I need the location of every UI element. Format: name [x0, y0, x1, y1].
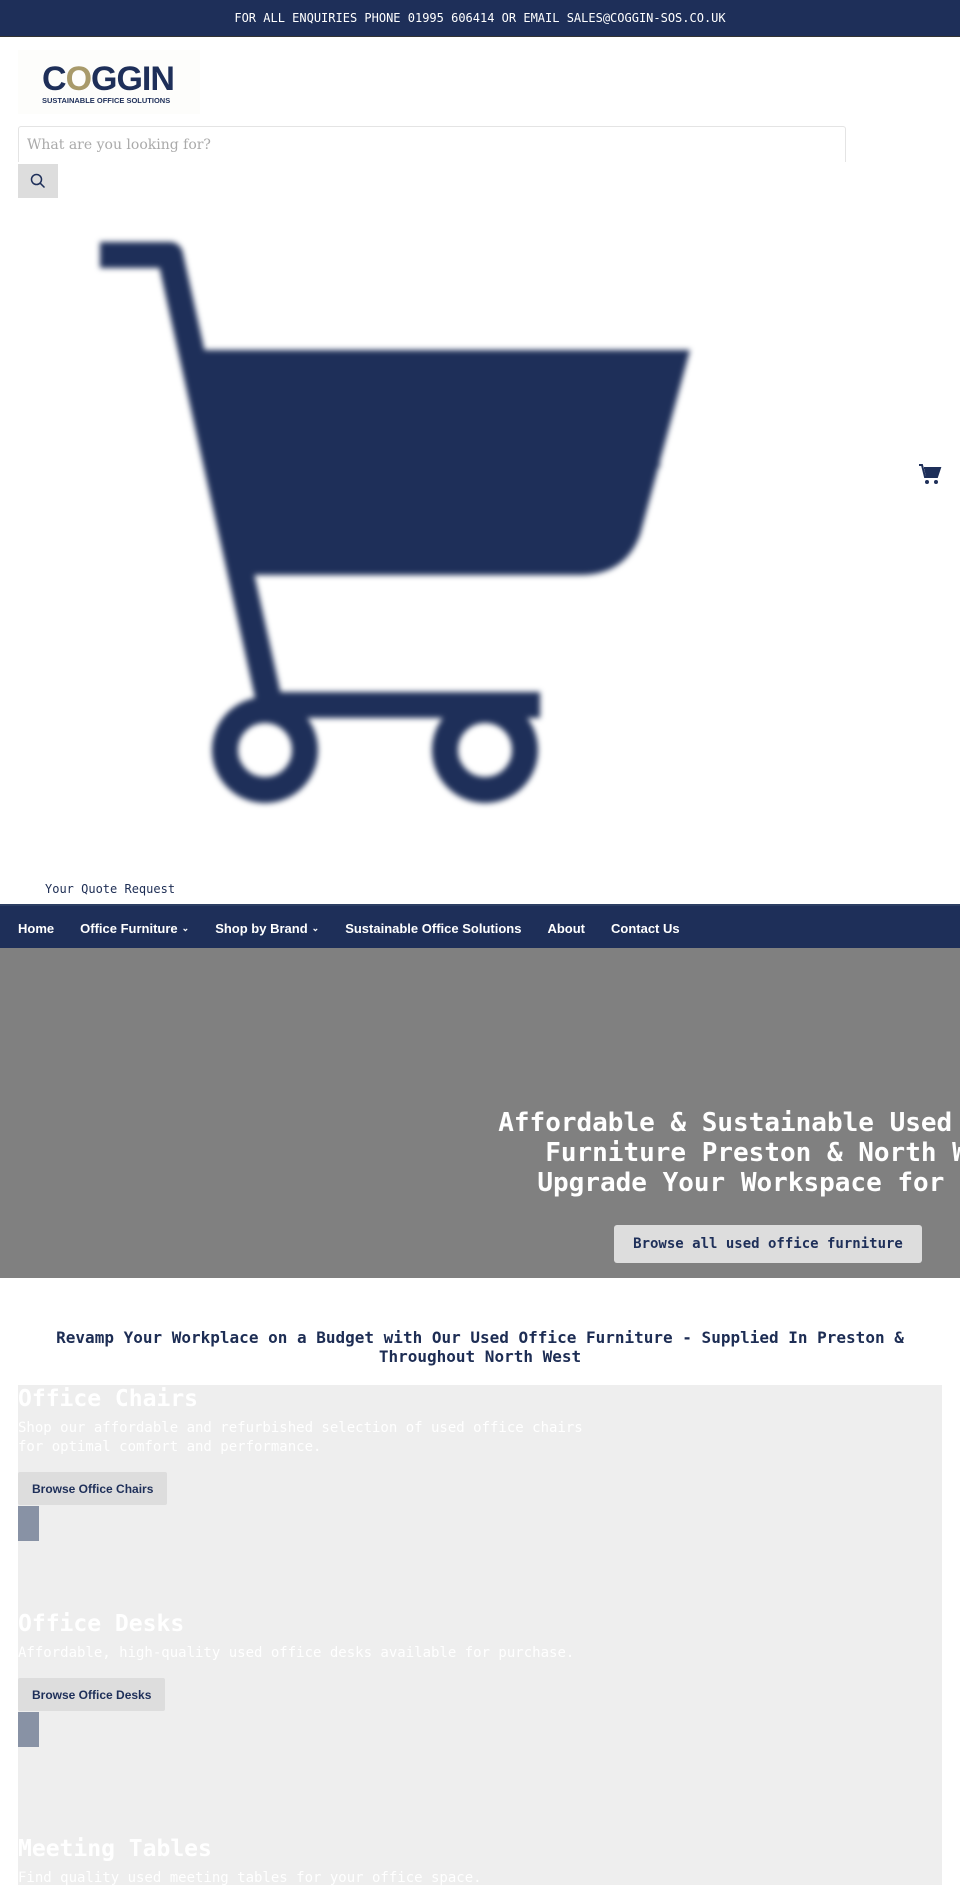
main-nav: Home Office Furniture ⌄ Shop by Brand ⌄ Su… [0, 904, 960, 950]
category-title: Meeting Tables [18, 1836, 212, 1862]
logo-wordmark: COGGIN [42, 60, 175, 98]
hero-banner: Affordable & Sustainable Used Office Fur… [0, 948, 960, 1278]
search-box [18, 126, 846, 162]
cart-icon[interactable] [918, 462, 942, 486]
logo-tagline: SUSTAINABLE OFFICE SOLUTIONS [42, 96, 171, 105]
intro-heading: Revamp Your Workplace on a Budget with O… [56, 1328, 904, 1366]
browse-office-desks-button[interactable]: Browse Office Desks [18, 1678, 166, 1711]
quote-request-link[interactable]: Your Quote Request [45, 882, 175, 896]
category-office-chairs: Office Chairs Shop our affordable and re… [18, 1385, 598, 1541]
hero-title-line: Furniture Preston & North West [545, 1138, 960, 1168]
nav-item-sustainable-office-solutions[interactable]: Sustainable Office Solutions [345, 921, 521, 936]
search-button[interactable] [18, 164, 58, 198]
browse-office-chairs-button[interactable]: Browse Office Chairs [18, 1472, 168, 1505]
category-office-desks: Office Desks Affordable, high-quality us… [18, 1610, 598, 1747]
nav-item-shop-by-brand[interactable]: Shop by Brand ⌄ [215, 921, 319, 936]
search-input[interactable] [19, 127, 845, 162]
logo[interactable]: COGGIN SUSTAINABLE OFFICE SOLUTIONS [18, 50, 200, 114]
search-icon [30, 173, 46, 189]
nav-item-office-furniture[interactable]: Office Furniture ⌄ [80, 921, 189, 936]
category-meeting-tables: Meeting Tables Find quality used meeting… [18, 1835, 598, 1888]
chevron-down-icon: ⌄ [311, 922, 320, 933]
category-title: Office Chairs [18, 1386, 199, 1412]
category-image[interactable] [18, 1712, 39, 1747]
announcement-text: FOR ALL ENQUIRIES PHONE 01995 606414 OR … [234, 11, 726, 25]
category-description: Find quality used meeting tables for you… [18, 1870, 482, 1886]
nav-item-home[interactable]: Home [18, 921, 54, 936]
nav-item-about[interactable]: About [547, 921, 585, 936]
browse-all-button[interactable]: Browse all used office furniture [614, 1225, 922, 1263]
category-image[interactable] [18, 1506, 39, 1541]
hero-title-line: Affordable & Sustainable Used Office [498, 1108, 960, 1138]
chevron-down-icon: ⌄ [181, 922, 190, 933]
announcement-bar: FOR ALL ENQUIRIES PHONE 01995 606414 OR … [0, 0, 960, 37]
nav-item-contact-us[interactable]: Contact Us [611, 921, 680, 936]
category-title: Office Desks [18, 1611, 185, 1637]
category-list: Office Chairs Shop our affordable and re… [18, 1385, 942, 1888]
hero-title: Affordable & Sustainable Used Office Fur… [460, 1108, 960, 1198]
hero-title-line: Upgrade Your Workspace for Less [537, 1168, 960, 1198]
cart-image-icon[interactable] [100, 235, 710, 825]
category-description: Shop our affordable and refurbished sele… [18, 1420, 583, 1455]
category-description: Affordable, high-quality used office des… [18, 1645, 575, 1661]
